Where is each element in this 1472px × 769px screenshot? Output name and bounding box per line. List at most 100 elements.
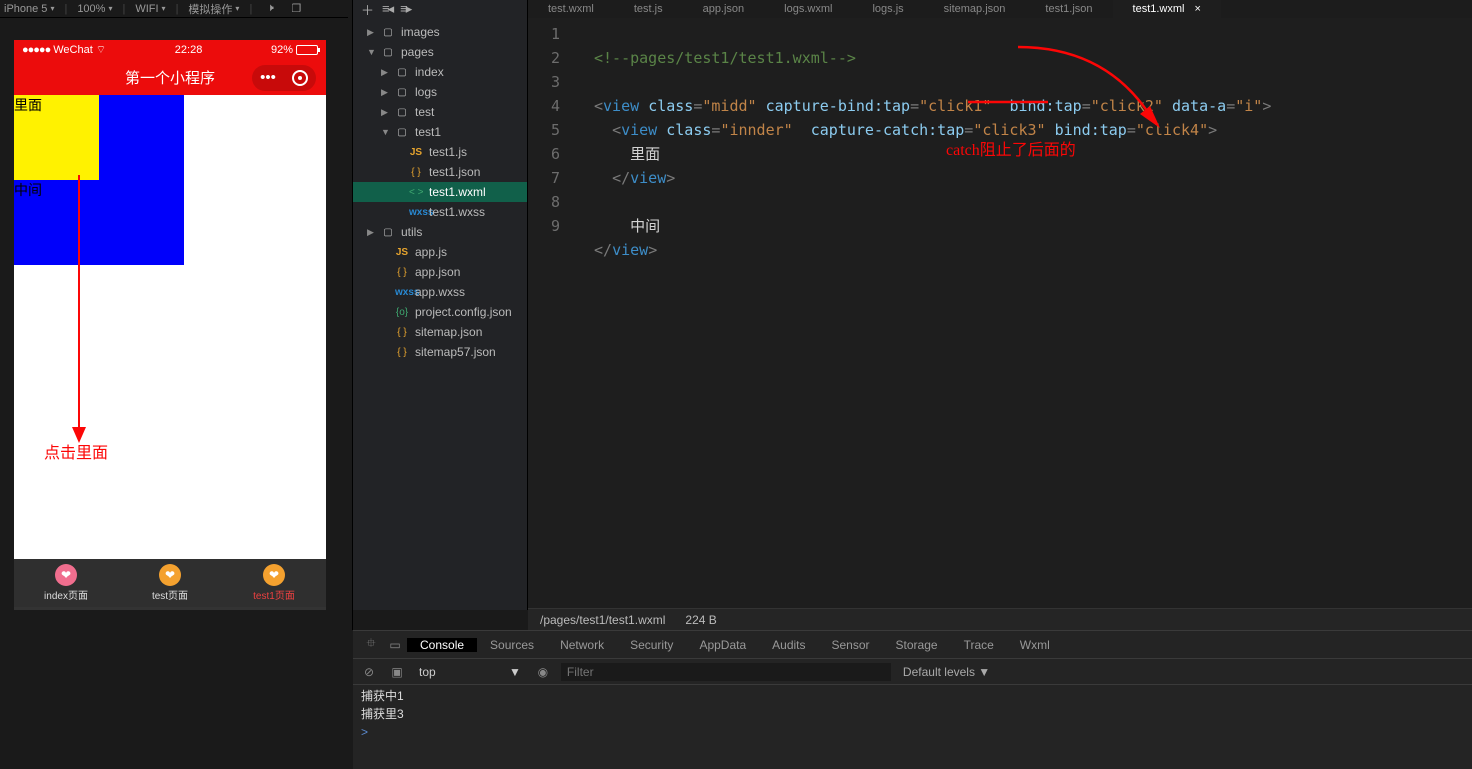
tree-item-test1[interactable]: ▼▢test1 bbox=[353, 122, 527, 142]
signal-icon: ●●●●● bbox=[22, 44, 50, 56]
arrow-annotation-icon bbox=[69, 175, 89, 445]
indent-icon[interactable]: ≡▸ bbox=[400, 1, 410, 17]
code-annotation: catch阻止了后面的 bbox=[946, 136, 1076, 160]
tree-toolbar: ＋ ≡◂ ≡▸ bbox=[353, 0, 527, 18]
tree-item-utils[interactable]: ▶▢utils bbox=[353, 222, 527, 242]
line-gutter: 123456789 bbox=[528, 22, 578, 238]
devtools-tab-storage[interactable]: Storage bbox=[883, 638, 951, 652]
tree-item-app.js[interactable]: JSapp.js bbox=[353, 242, 527, 262]
devtools-tab-appdata[interactable]: AppData bbox=[686, 638, 759, 652]
tab-index页面[interactable]: ❤index页面 bbox=[14, 559, 118, 607]
tab-test页面[interactable]: ❤test页面 bbox=[118, 559, 222, 607]
zoom-selector[interactable]: 100%▾ bbox=[77, 3, 112, 15]
tree-item-test1.wxss[interactable]: wxsstest1.wxss bbox=[353, 202, 527, 222]
folder-icon: ▢ bbox=[395, 87, 409, 98]
editor-tab-logs.wxml[interactable]: logs.wxml bbox=[764, 0, 852, 18]
sim-nav-bar: 第一个小程序 ••• bbox=[14, 60, 326, 95]
folder-icon: ▢ bbox=[381, 227, 395, 238]
editor-tab-test.wxml[interactable]: test.wxml bbox=[528, 0, 614, 18]
file-explorer: ＋ ≡◂ ≡▸ ▶▢images▼▢pages▶▢index▶▢logs▶▢te… bbox=[353, 0, 528, 610]
devtools-tab-audits[interactable]: Audits bbox=[759, 638, 818, 652]
code-editor[interactable]: 123456789 <!--pages/test1/test1.wxml--> … bbox=[528, 18, 1472, 608]
view-innder[interactable]: 里面 bbox=[14, 95, 99, 180]
tree-item-pages[interactable]: ▼▢pages bbox=[353, 42, 527, 62]
tree-item-app.wxss[interactable]: wxssapp.wxss bbox=[353, 282, 527, 302]
sim-status-bar: ●●●●● WeChat ⌔ 22:28 92% bbox=[14, 40, 326, 60]
editor-tabs: test.wxmltest.jsapp.jsonlogs.wxmllogs.js… bbox=[528, 0, 1472, 18]
device-icon[interactable]: ▭ bbox=[383, 638, 407, 652]
tree-item-logs[interactable]: ▶▢logs bbox=[353, 82, 527, 102]
tree-item-app.json[interactable]: { }app.json bbox=[353, 262, 527, 282]
new-file-icon[interactable]: ＋ bbox=[361, 0, 374, 19]
console-filter-input[interactable] bbox=[561, 663, 891, 681]
editor-tab-test1.wxml[interactable]: test1.wxml× bbox=[1113, 0, 1221, 18]
detach-icon[interactable]: ❐ bbox=[288, 1, 304, 17]
sim-tabbar: ❤index页面❤test页面❤test1页面 bbox=[14, 559, 326, 607]
capsule-menu-icon[interactable]: ••• bbox=[252, 65, 284, 91]
devtools-panel: ⯐ ▭ ConsoleSourcesNetworkSecurityAppData… bbox=[353, 630, 1472, 769]
devtools-tab-trace[interactable]: Trace bbox=[951, 638, 1007, 652]
devtools-tab-sensor[interactable]: Sensor bbox=[819, 638, 883, 652]
carrier-label: WeChat bbox=[53, 44, 93, 56]
folder-icon: ▢ bbox=[395, 67, 409, 78]
tab-test1页面[interactable]: ❤test1页面 bbox=[222, 559, 326, 607]
capsule-close-icon[interactable] bbox=[284, 65, 316, 91]
tree-item-test1.wxml[interactable]: < >test1.wxml bbox=[353, 182, 527, 202]
tree-item-test1.json[interactable]: { }test1.json bbox=[353, 162, 527, 182]
js-icon: JS bbox=[409, 147, 423, 158]
json-icon: { } bbox=[395, 267, 409, 278]
live-expr-icon[interactable]: ◉ bbox=[533, 665, 553, 679]
devtools-tab-sources[interactable]: Sources bbox=[477, 638, 547, 652]
device-selector[interactable]: iPhone 5▾ bbox=[4, 3, 54, 15]
devtools-tab-console[interactable]: Console bbox=[407, 638, 477, 652]
editor-tab-test1.json[interactable]: test1.json bbox=[1025, 0, 1112, 18]
tree-item-project.config.json[interactable]: {o}project.config.json bbox=[353, 302, 527, 322]
close-icon[interactable]: × bbox=[1194, 3, 1200, 15]
sim-action-selector[interactable]: 模拟操作▾ bbox=[188, 1, 239, 17]
tree-item-sitemap57.json[interactable]: { }sitemap57.json bbox=[353, 342, 527, 362]
outdent-icon[interactable]: ≡◂ bbox=[382, 1, 392, 17]
tree-item-images[interactable]: ▶▢images bbox=[353, 22, 527, 42]
devtools-tab-network[interactable]: Network bbox=[547, 638, 617, 652]
editor-tab-sitemap.json[interactable]: sitemap.json bbox=[924, 0, 1026, 18]
console-row: 捕获里3 bbox=[361, 705, 1464, 723]
context-selector[interactable]: top ▼ bbox=[415, 665, 525, 679]
devtools-tab-security[interactable]: Security bbox=[617, 638, 686, 652]
editor-tab-test.js[interactable]: test.js bbox=[614, 0, 683, 18]
battery-percent: 92% bbox=[271, 44, 293, 56]
page-title: 第一个小程序 bbox=[125, 67, 215, 88]
wxml-icon: < > bbox=[409, 187, 423, 198]
toggle-drawer-icon[interactable]: ▣ bbox=[387, 665, 407, 679]
network-selector[interactable]: WIFI▾ bbox=[135, 3, 165, 15]
folder-icon: ▢ bbox=[381, 47, 395, 58]
editor-status-bar: /pages/test1/test1.wxml 224 B bbox=[528, 608, 1472, 630]
clear-console-icon[interactable]: ⊘ bbox=[359, 665, 379, 679]
folder-icon: ▢ bbox=[395, 127, 409, 138]
folder-icon: ▢ bbox=[395, 107, 409, 118]
editor-tab-logs.js[interactable]: logs.js bbox=[852, 0, 923, 18]
click-annotation: 点击里面 bbox=[44, 439, 108, 463]
cfg-icon: {o} bbox=[395, 307, 409, 318]
wxss-icon: wxss bbox=[409, 207, 423, 218]
tree-item-index[interactable]: ▶▢index bbox=[353, 62, 527, 82]
console-prompt[interactable]: > bbox=[361, 723, 1464, 741]
devtools-tab-wxml[interactable]: Wxml bbox=[1007, 638, 1063, 652]
sim-body: 里面 中间 点击里面 bbox=[14, 95, 326, 559]
tree-item-test[interactable]: ▶▢test bbox=[353, 102, 527, 122]
view-midd[interactable]: 里面 中间 bbox=[14, 95, 184, 265]
json-icon: { } bbox=[395, 327, 409, 338]
log-levels-selector[interactable]: Default levels ▼ bbox=[903, 665, 990, 679]
json-icon: { } bbox=[395, 347, 409, 358]
mute-icon[interactable]: 🕨 bbox=[262, 1, 278, 17]
json-icon: { } bbox=[409, 167, 423, 178]
file-path: /pages/test1/test1.wxml bbox=[540, 613, 665, 627]
file-size: 224 B bbox=[685, 613, 716, 627]
inspect-icon[interactable]: ⯐ bbox=[359, 634, 383, 655]
simulator-frame: ●●●●● WeChat ⌔ 22:28 92% 第一个小程序 ••• 里面 中… bbox=[14, 40, 326, 610]
battery-icon bbox=[296, 45, 318, 55]
editor-tab-app.json[interactable]: app.json bbox=[683, 0, 765, 18]
console-row: 捕获中1 bbox=[361, 687, 1464, 705]
tree-item-test1.js[interactable]: JStest1.js bbox=[353, 142, 527, 162]
tree-item-sitemap.json[interactable]: { }sitemap.json bbox=[353, 322, 527, 342]
folder-icon: ▢ bbox=[381, 27, 395, 38]
